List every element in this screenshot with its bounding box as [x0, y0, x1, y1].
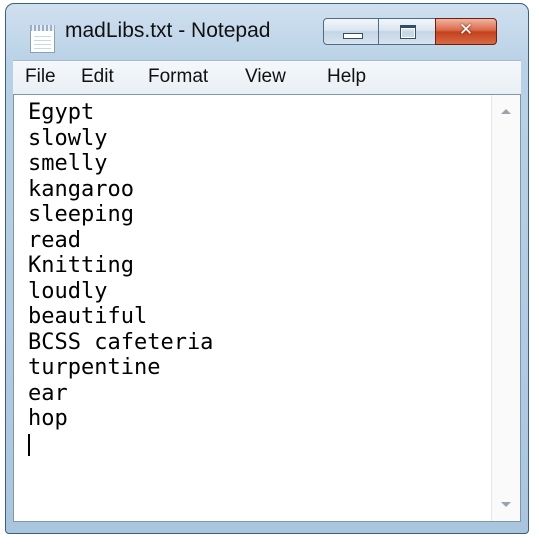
text-editor-area[interactable]: Egypt slowly smelly kangaroo sleeping re…: [13, 94, 521, 522]
text-line: sleeping: [28, 202, 134, 227]
text-line: beautiful: [28, 304, 148, 329]
menu-bar: File Edit Format View Help: [13, 60, 521, 94]
text-line: BCSS cafeteria: [28, 329, 214, 355]
text-line: smelly: [28, 151, 108, 176]
menu-view[interactable]: View: [245, 66, 286, 88]
scroll-up-arrow-icon[interactable]: [501, 109, 511, 114]
text-line: read: [28, 227, 81, 253]
title-bar[interactable]: madLibs.txt - Notepad ✕: [6, 4, 528, 60]
editor-text: Egypt slowly smelly kangaroo sleeping re…: [28, 100, 213, 457]
minimize-button[interactable]: [323, 18, 379, 45]
text-line: kangaroo: [28, 176, 134, 202]
close-icon: ✕: [458, 20, 474, 40]
minimize-icon: [343, 33, 363, 39]
menu-format[interactable]: Format: [148, 66, 208, 88]
menu-help[interactable]: Help: [327, 66, 366, 88]
text-line: slowly: [28, 125, 108, 151]
menu-edit[interactable]: Edit: [81, 66, 114, 88]
text-line: Egypt: [28, 100, 95, 125]
menu-file[interactable]: File: [25, 66, 56, 88]
vertical-scrollbar[interactable]: [491, 95, 520, 521]
notepad-icon[interactable]: [30, 25, 55, 53]
notepad-window: madLibs.txt - Notepad ✕ File Edit Format…: [5, 3, 529, 534]
window-title: madLibs.txt - Notepad: [65, 19, 271, 42]
scroll-down-arrow-icon[interactable]: [501, 502, 511, 507]
maximize-button[interactable]: [378, 18, 436, 45]
text-line: turpentine: [28, 355, 161, 380]
cursor-line: [28, 432, 213, 458]
text-line: hop: [28, 406, 68, 431]
text-line: Knitting: [28, 253, 134, 278]
close-button[interactable]: ✕: [435, 18, 497, 45]
maximize-icon: [400, 25, 416, 39]
text-line: ear: [28, 380, 68, 406]
text-line: loudly: [28, 278, 108, 304]
text-cursor: [28, 433, 30, 456]
